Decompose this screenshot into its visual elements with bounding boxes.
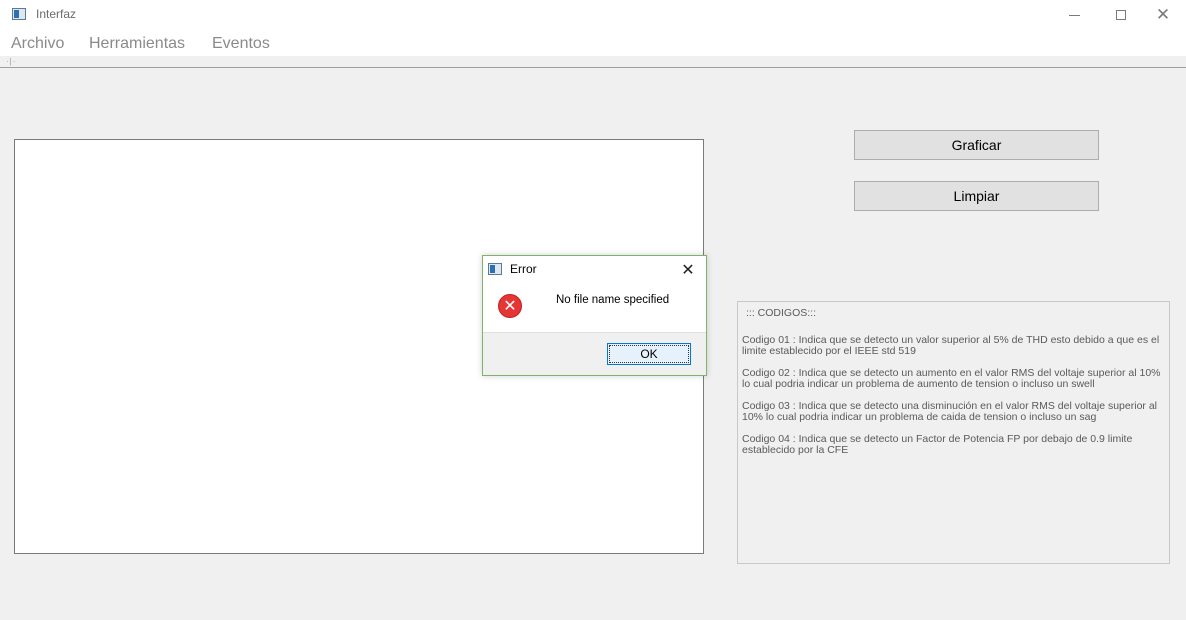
code-item-01: Codigo 01 : Indica que se detecto un val… bbox=[742, 334, 1160, 357]
dialog-footer: OK bbox=[483, 332, 706, 375]
menu-herramientas[interactable]: Herramientas bbox=[89, 35, 185, 53]
error-icon: ✕ bbox=[498, 294, 522, 318]
menu-archivo[interactable]: Archivo bbox=[11, 35, 64, 53]
menu-bar: Archivo Herramientas Eventos bbox=[0, 30, 1186, 56]
dialog-title: Error bbox=[510, 262, 537, 276]
graficar-button[interactable]: Graficar bbox=[854, 130, 1099, 160]
codes-header: ::: CODIGOS::: bbox=[746, 307, 817, 319]
code-item-04: Codigo 04 : Indica que se detecto un Fac… bbox=[742, 433, 1133, 456]
dialog-window-icon bbox=[488, 263, 502, 275]
code-item-02: Codigo 02 : Indica que se detecto un aum… bbox=[742, 367, 1161, 390]
app-window-icon bbox=[12, 8, 26, 20]
dialog-message: No file name specified bbox=[556, 294, 670, 306]
error-dialog: Error ✕ ✕ No file name specified OK bbox=[482, 255, 707, 376]
ok-button[interactable]: OK bbox=[607, 343, 691, 365]
title-bar: Interfaz ✕ bbox=[0, 0, 1186, 30]
close-window-button[interactable]: ✕ bbox=[1140, 0, 1186, 30]
minimize-icon bbox=[1069, 15, 1080, 16]
maximize-button[interactable] bbox=[1098, 0, 1144, 30]
window-title: Interfaz bbox=[36, 7, 77, 21]
toolbar-grip-icon[interactable]: ·|· bbox=[6, 57, 16, 66]
maximize-icon bbox=[1116, 10, 1126, 20]
close-icon: ✕ bbox=[681, 260, 695, 279]
toolbar: ·|· bbox=[0, 56, 1186, 68]
dialog-body: ✕ No file name specified bbox=[483, 284, 706, 332]
minimize-button[interactable] bbox=[1052, 0, 1098, 30]
dialog-close-button[interactable]: ✕ bbox=[677, 259, 699, 281]
code-item-03: Codigo 03 : Indica que se detecto una di… bbox=[742, 400, 1157, 423]
dialog-title-bar[interactable]: Error ✕ bbox=[483, 256, 706, 284]
codes-panel[interactable]: ::: CODIGOS::: Codigo 01 : Indica que se… bbox=[737, 301, 1170, 564]
limpiar-button[interactable]: Limpiar bbox=[854, 181, 1099, 211]
close-icon: ✕ bbox=[1155, 5, 1171, 25]
menu-eventos[interactable]: Eventos bbox=[212, 35, 270, 53]
